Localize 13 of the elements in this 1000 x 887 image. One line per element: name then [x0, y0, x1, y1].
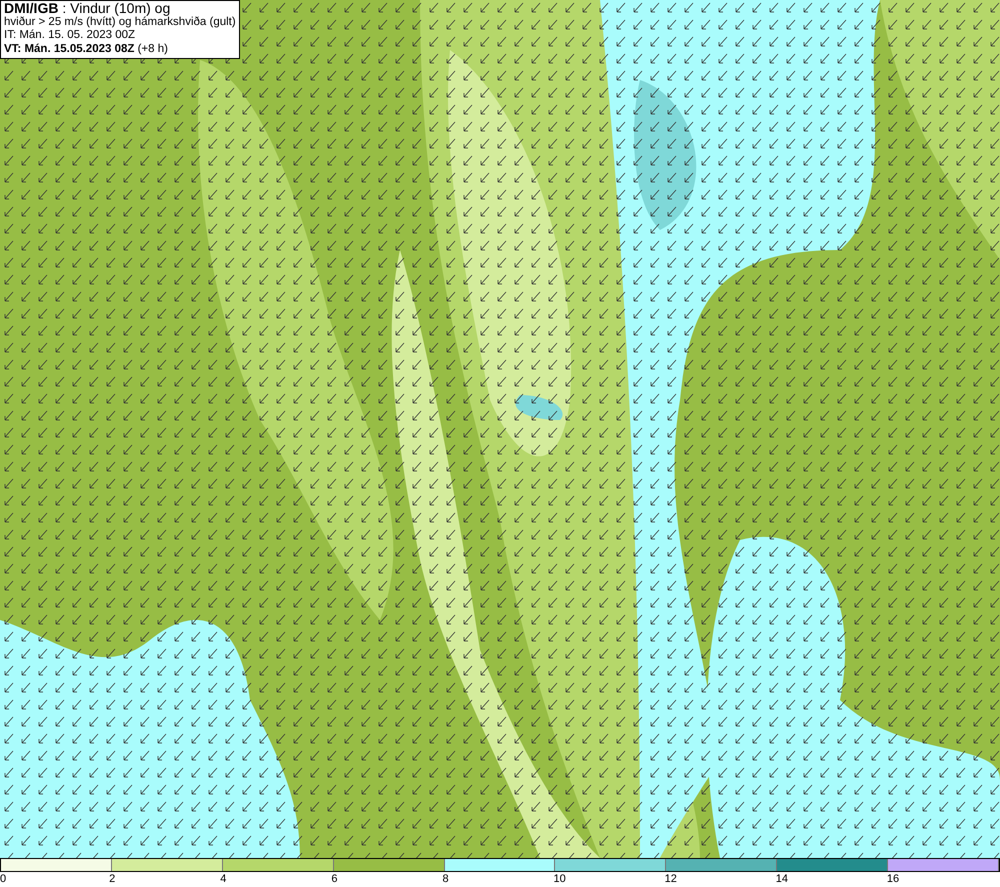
legend-tick-label: 8	[442, 872, 449, 887]
header-line: hviður > 25 m/s (hvítt) og hámarkshviða (gult)	[4, 16, 236, 29]
legend-tick-label: 12	[664, 872, 677, 887]
legend-tick-label: 14	[776, 872, 788, 887]
header-line: IT: Mán. 15. 05. 2023 00Z	[4, 29, 136, 42]
legend-tick-label: 4	[220, 872, 226, 887]
legend-tick-label: 16	[886, 872, 900, 887]
header-line: DMI/IGB : Vindur (10m) og	[4, 2, 172, 16]
legend-tick-label: 10	[554, 872, 566, 887]
legend-tick-label: 6	[331, 872, 338, 887]
legend-tick-label: 2	[109, 872, 116, 887]
legend-tick-label: 0	[0, 872, 6, 887]
header-line: VT: Mán. 15.05.2023 08Z (+8 h)	[4, 42, 169, 56]
